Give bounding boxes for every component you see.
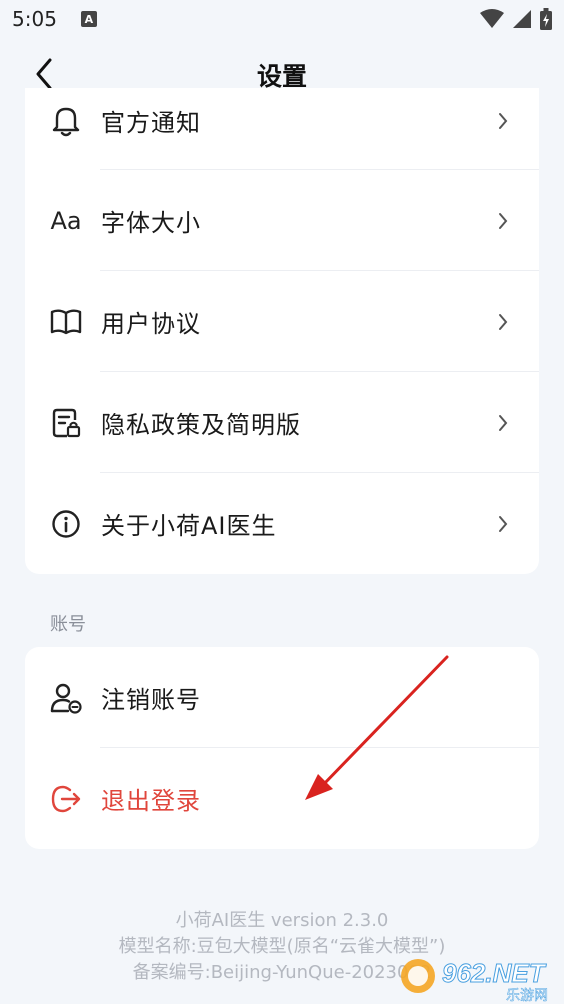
- footer-line-version: 小荷AI医生 version 2.3.0: [175, 910, 389, 931]
- menu-item-user-agreement[interactable]: 用户协议: [25, 271, 539, 372]
- bell-icon: [49, 104, 83, 138]
- menu-item-label: 隐私政策及简明版: [101, 411, 301, 439]
- account-item-label: 注销账号: [101, 686, 201, 714]
- font-size-icon: Aa: [49, 204, 83, 238]
- logout-icon: [49, 782, 83, 816]
- book-icon: [49, 305, 83, 339]
- user-remove-icon: [49, 681, 83, 715]
- chevron-right-icon: [499, 112, 508, 129]
- chevron-left-icon: [36, 58, 52, 90]
- watermark-brand: 962.NET: [442, 958, 547, 988]
- section-label-account: 账号: [50, 614, 86, 635]
- menu-item-font-size[interactable]: Aa 字体大小: [25, 170, 539, 271]
- chevron-right-icon: [499, 515, 508, 532]
- account-item-logout[interactable]: 退出登录: [25, 748, 539, 849]
- account-item-label: 退出登录: [101, 787, 201, 815]
- chevron-right-icon: [499, 313, 508, 330]
- menu-item-label: 字体大小: [101, 209, 201, 237]
- status-icons: [480, 8, 552, 30]
- menu-item-label: 官方通知: [101, 109, 201, 137]
- privacy-doc-icon: [49, 406, 83, 440]
- menu-item-about[interactable]: 关于小荷AI医生: [25, 473, 539, 574]
- back-button[interactable]: [26, 56, 62, 92]
- status-time: 5:05: [12, 7, 57, 31]
- info-icon: [49, 507, 83, 541]
- menu-item-privacy-policy[interactable]: 隐私政策及简明版: [25, 372, 539, 473]
- account-card: 注销账号 退出登录: [25, 647, 539, 849]
- menu-item-official-notice[interactable]: 官方通知: [25, 88, 539, 171]
- watermark-sub: 乐游网: [506, 988, 548, 1004]
- chevron-right-icon: [499, 212, 508, 229]
- chevron-right-icon: [499, 414, 508, 431]
- wifi-icon: [480, 9, 504, 28]
- notification-a-icon: A: [80, 11, 97, 27]
- status-bar: 5:05 A: [0, 0, 564, 38]
- menu-item-label: 关于小荷AI医生: [101, 512, 277, 540]
- menu-item-label: 用户协议: [101, 310, 201, 338]
- watermark-logo: 962.NET 乐游网: [398, 946, 558, 1004]
- battery-icon: [540, 8, 552, 30]
- signal-icon: [513, 10, 531, 28]
- account-item-cancel[interactable]: 注销账号: [25, 647, 539, 748]
- settings-menu-card: 官方通知 Aa 字体大小 用户协议 隐私政策及简明版 关于小荷AI医生: [25, 88, 539, 574]
- font-size-icon-text: Aa: [50, 206, 82, 235]
